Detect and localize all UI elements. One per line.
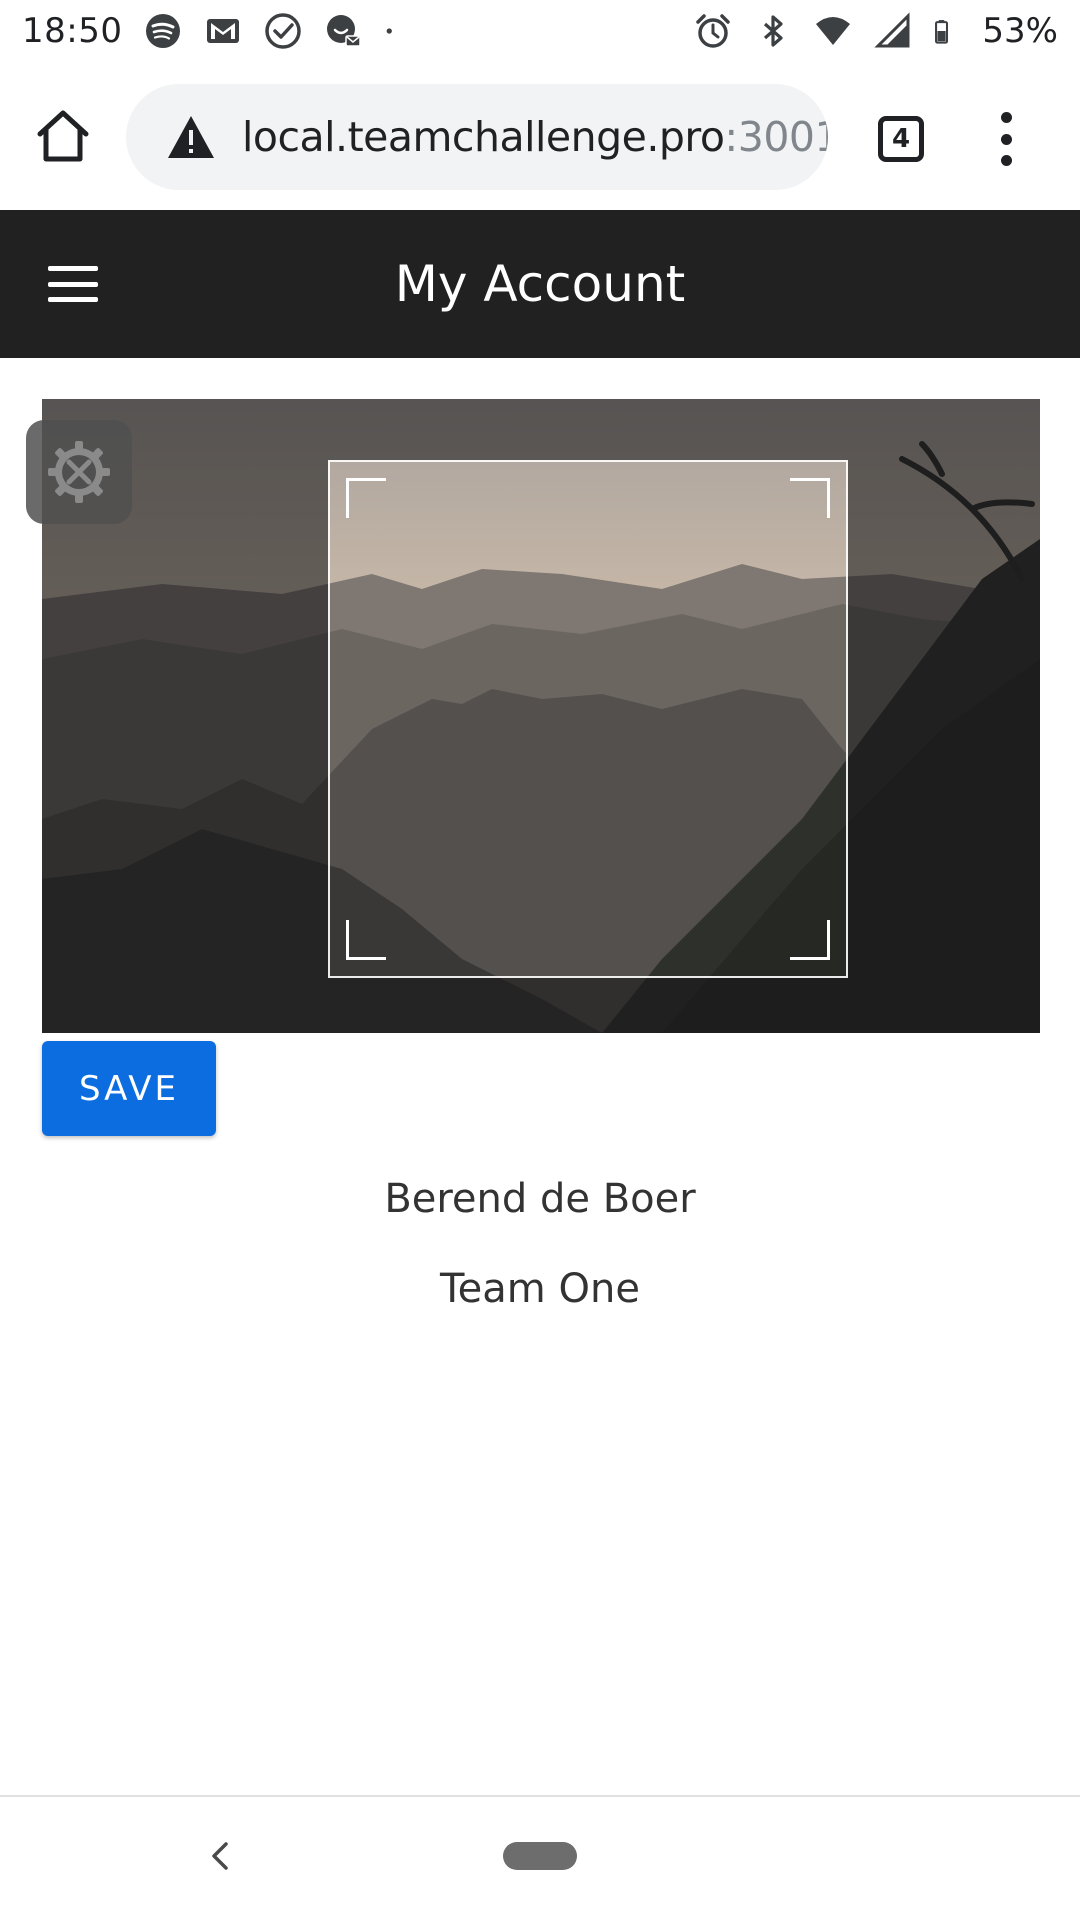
- battery-icon: [935, 20, 949, 44]
- page-title: My Account: [394, 255, 686, 313]
- browser-toolbar: local.teamchallenge.pro:3001/ 4: [0, 62, 1080, 210]
- crop-handle-bottom-right[interactable]: [790, 920, 830, 960]
- home-pill-icon[interactable]: [503, 1842, 577, 1870]
- url-domain: local.teamchallenge.pro: [242, 113, 725, 161]
- crop-handle-top-right[interactable]: [790, 478, 830, 518]
- battery-percentage: 53%: [982, 11, 1058, 51]
- crop-handle-top-left[interactable]: [346, 478, 386, 518]
- status-bar: 18:50 53%: [0, 0, 1080, 62]
- menu-dot: [1000, 112, 1012, 123]
- save-button[interactable]: SAVE: [42, 1041, 216, 1136]
- nav-divider: [0, 1795, 1080, 1797]
- tools-gear-glyph: [48, 441, 110, 503]
- gmail-icon: [207, 19, 240, 43]
- bluetooth-icon: [764, 15, 784, 47]
- url-port: :3001/: [724, 113, 828, 161]
- crop-selection[interactable]: [328, 460, 848, 978]
- app-screen: 18:50 53% local.teamchallenge.pro:3001 4…: [0, 0, 1080, 1920]
- url-bar[interactable]: local.teamchallenge.pro:3001/: [126, 84, 828, 190]
- back-chevron-icon[interactable]: [200, 1836, 240, 1876]
- crop-handle-bottom-left[interactable]: [346, 920, 386, 960]
- dot-icon: [387, 28, 393, 34]
- status-right: 53%: [694, 11, 1058, 51]
- status-left: 18:50: [22, 11, 404, 51]
- tools-gear-icon[interactable]: [26, 420, 132, 524]
- messenger-icon: [327, 15, 362, 47]
- alarm-icon: [696, 14, 731, 48]
- menu-dot: [1000, 155, 1012, 166]
- wifi-icon: [816, 17, 851, 45]
- spotify-icon: [146, 14, 181, 48]
- signal-icon: [874, 12, 910, 48]
- home-icon[interactable]: [34, 108, 92, 164]
- warning-icon[interactable]: [166, 114, 216, 160]
- app-header: My Account: [0, 210, 1080, 358]
- status-time: 18:50: [22, 11, 123, 51]
- menu-dot: [1000, 133, 1012, 145]
- image-cropper[interactable]: [42, 399, 1040, 1033]
- check-circle-icon: [265, 13, 302, 49]
- url-text: local.teamchallenge.pro:3001/: [242, 113, 828, 161]
- profile-name: Berend de Boer: [384, 1176, 696, 1222]
- profile-team: Team One: [440, 1266, 640, 1312]
- more-vert-icon[interactable]: [990, 112, 1022, 166]
- tab-switcher-button[interactable]: 4: [878, 116, 924, 162]
